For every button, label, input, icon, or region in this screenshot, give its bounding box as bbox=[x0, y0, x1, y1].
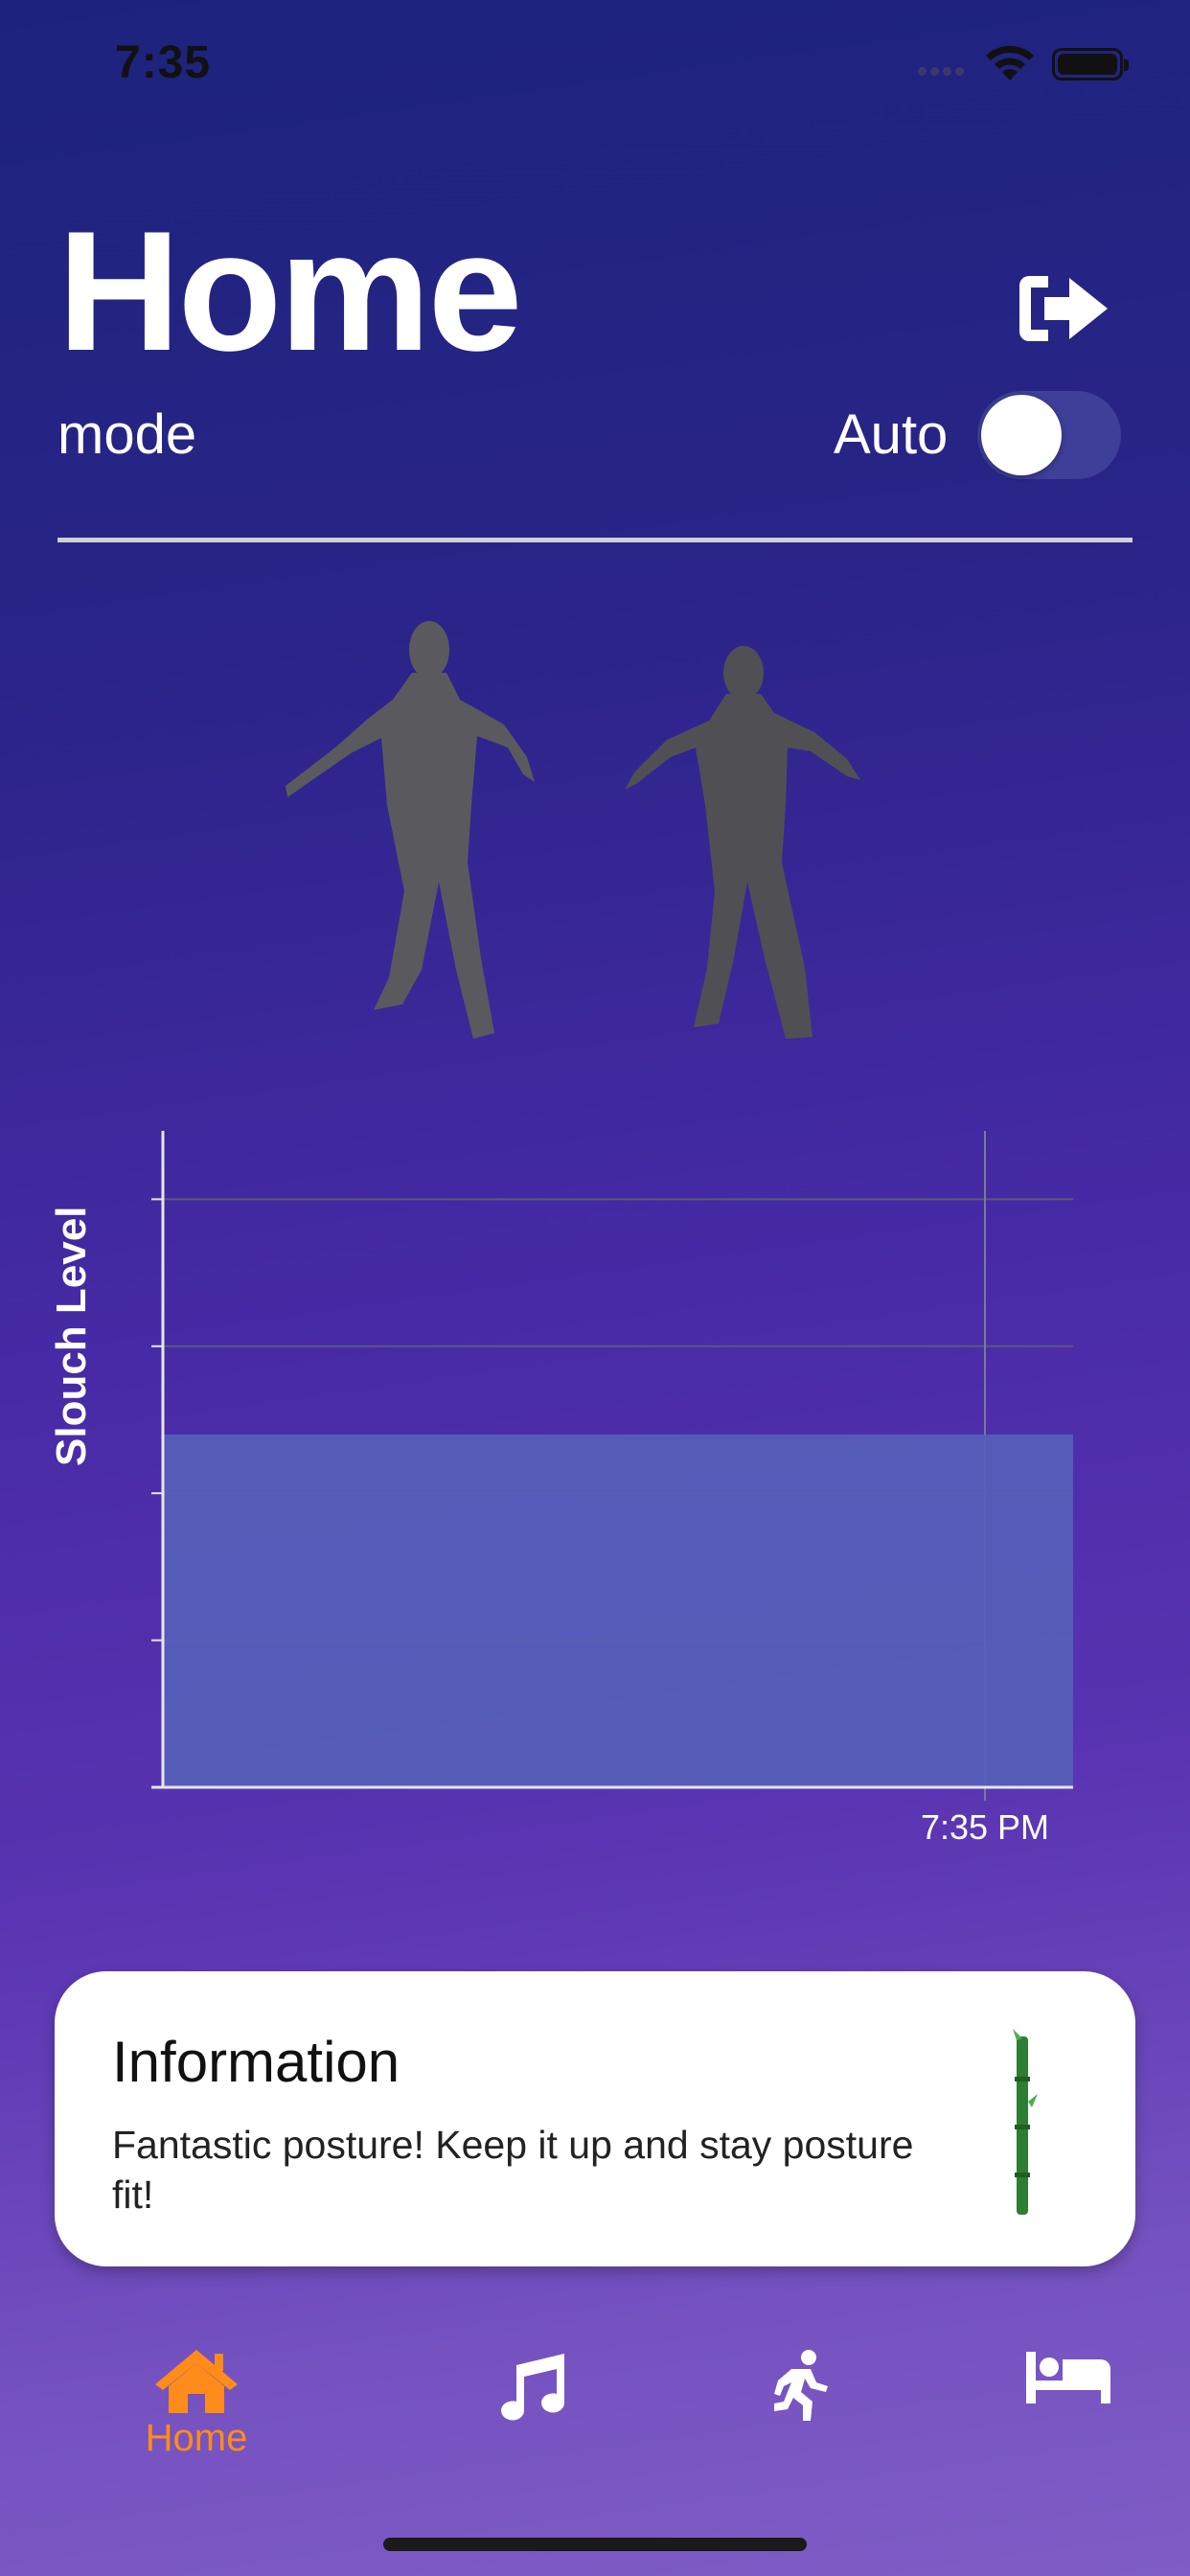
bamboo-icon bbox=[1013, 2029, 1038, 2215]
header-divider bbox=[57, 538, 1133, 542]
tab-home[interactable]: Home bbox=[134, 2348, 259, 2482]
cellular-signal-icon bbox=[918, 63, 972, 76]
slouch-level-chart: 7:35 PM bbox=[151, 1131, 1073, 1847]
bed-icon bbox=[1026, 2352, 1110, 2404]
tab-running[interactable] bbox=[747, 2348, 853, 2482]
running-icon bbox=[774, 2350, 828, 2421]
card-body: Fantastic posture! Keep it up and stay p… bbox=[112, 2123, 914, 2218]
back-body-figure bbox=[625, 646, 860, 1039]
logout-icon[interactable] bbox=[1016, 270, 1111, 347]
auto-toggle[interactable] bbox=[977, 391, 1121, 479]
mode-label: mode bbox=[57, 403, 197, 466]
front-body-figure bbox=[286, 621, 535, 1039]
body-model-figures bbox=[286, 621, 860, 1039]
wifi-icon bbox=[986, 45, 1034, 80]
auto-label: Auto bbox=[834, 403, 949, 466]
music-icon bbox=[501, 2354, 564, 2421]
tab-sleep[interactable] bbox=[1016, 2348, 1121, 2482]
status-time: 7:35 bbox=[115, 37, 212, 88]
tab-home-label: Home bbox=[145, 2417, 248, 2459]
home-icon bbox=[155, 2350, 238, 2413]
slouch-area-fill bbox=[163, 1434, 1073, 1787]
information-card: Information Fantastic posture! Keep it u… bbox=[55, 1971, 1135, 2266]
tab-music[interactable] bbox=[479, 2348, 584, 2482]
battery-icon bbox=[1052, 48, 1129, 80]
card-title: Information bbox=[112, 2030, 400, 2094]
toggle-knob bbox=[981, 395, 1062, 475]
x-tick-label: 7:35 PM bbox=[921, 1807, 1049, 1847]
home-indicator bbox=[383, 2538, 807, 2551]
page-title: Home bbox=[57, 196, 523, 386]
